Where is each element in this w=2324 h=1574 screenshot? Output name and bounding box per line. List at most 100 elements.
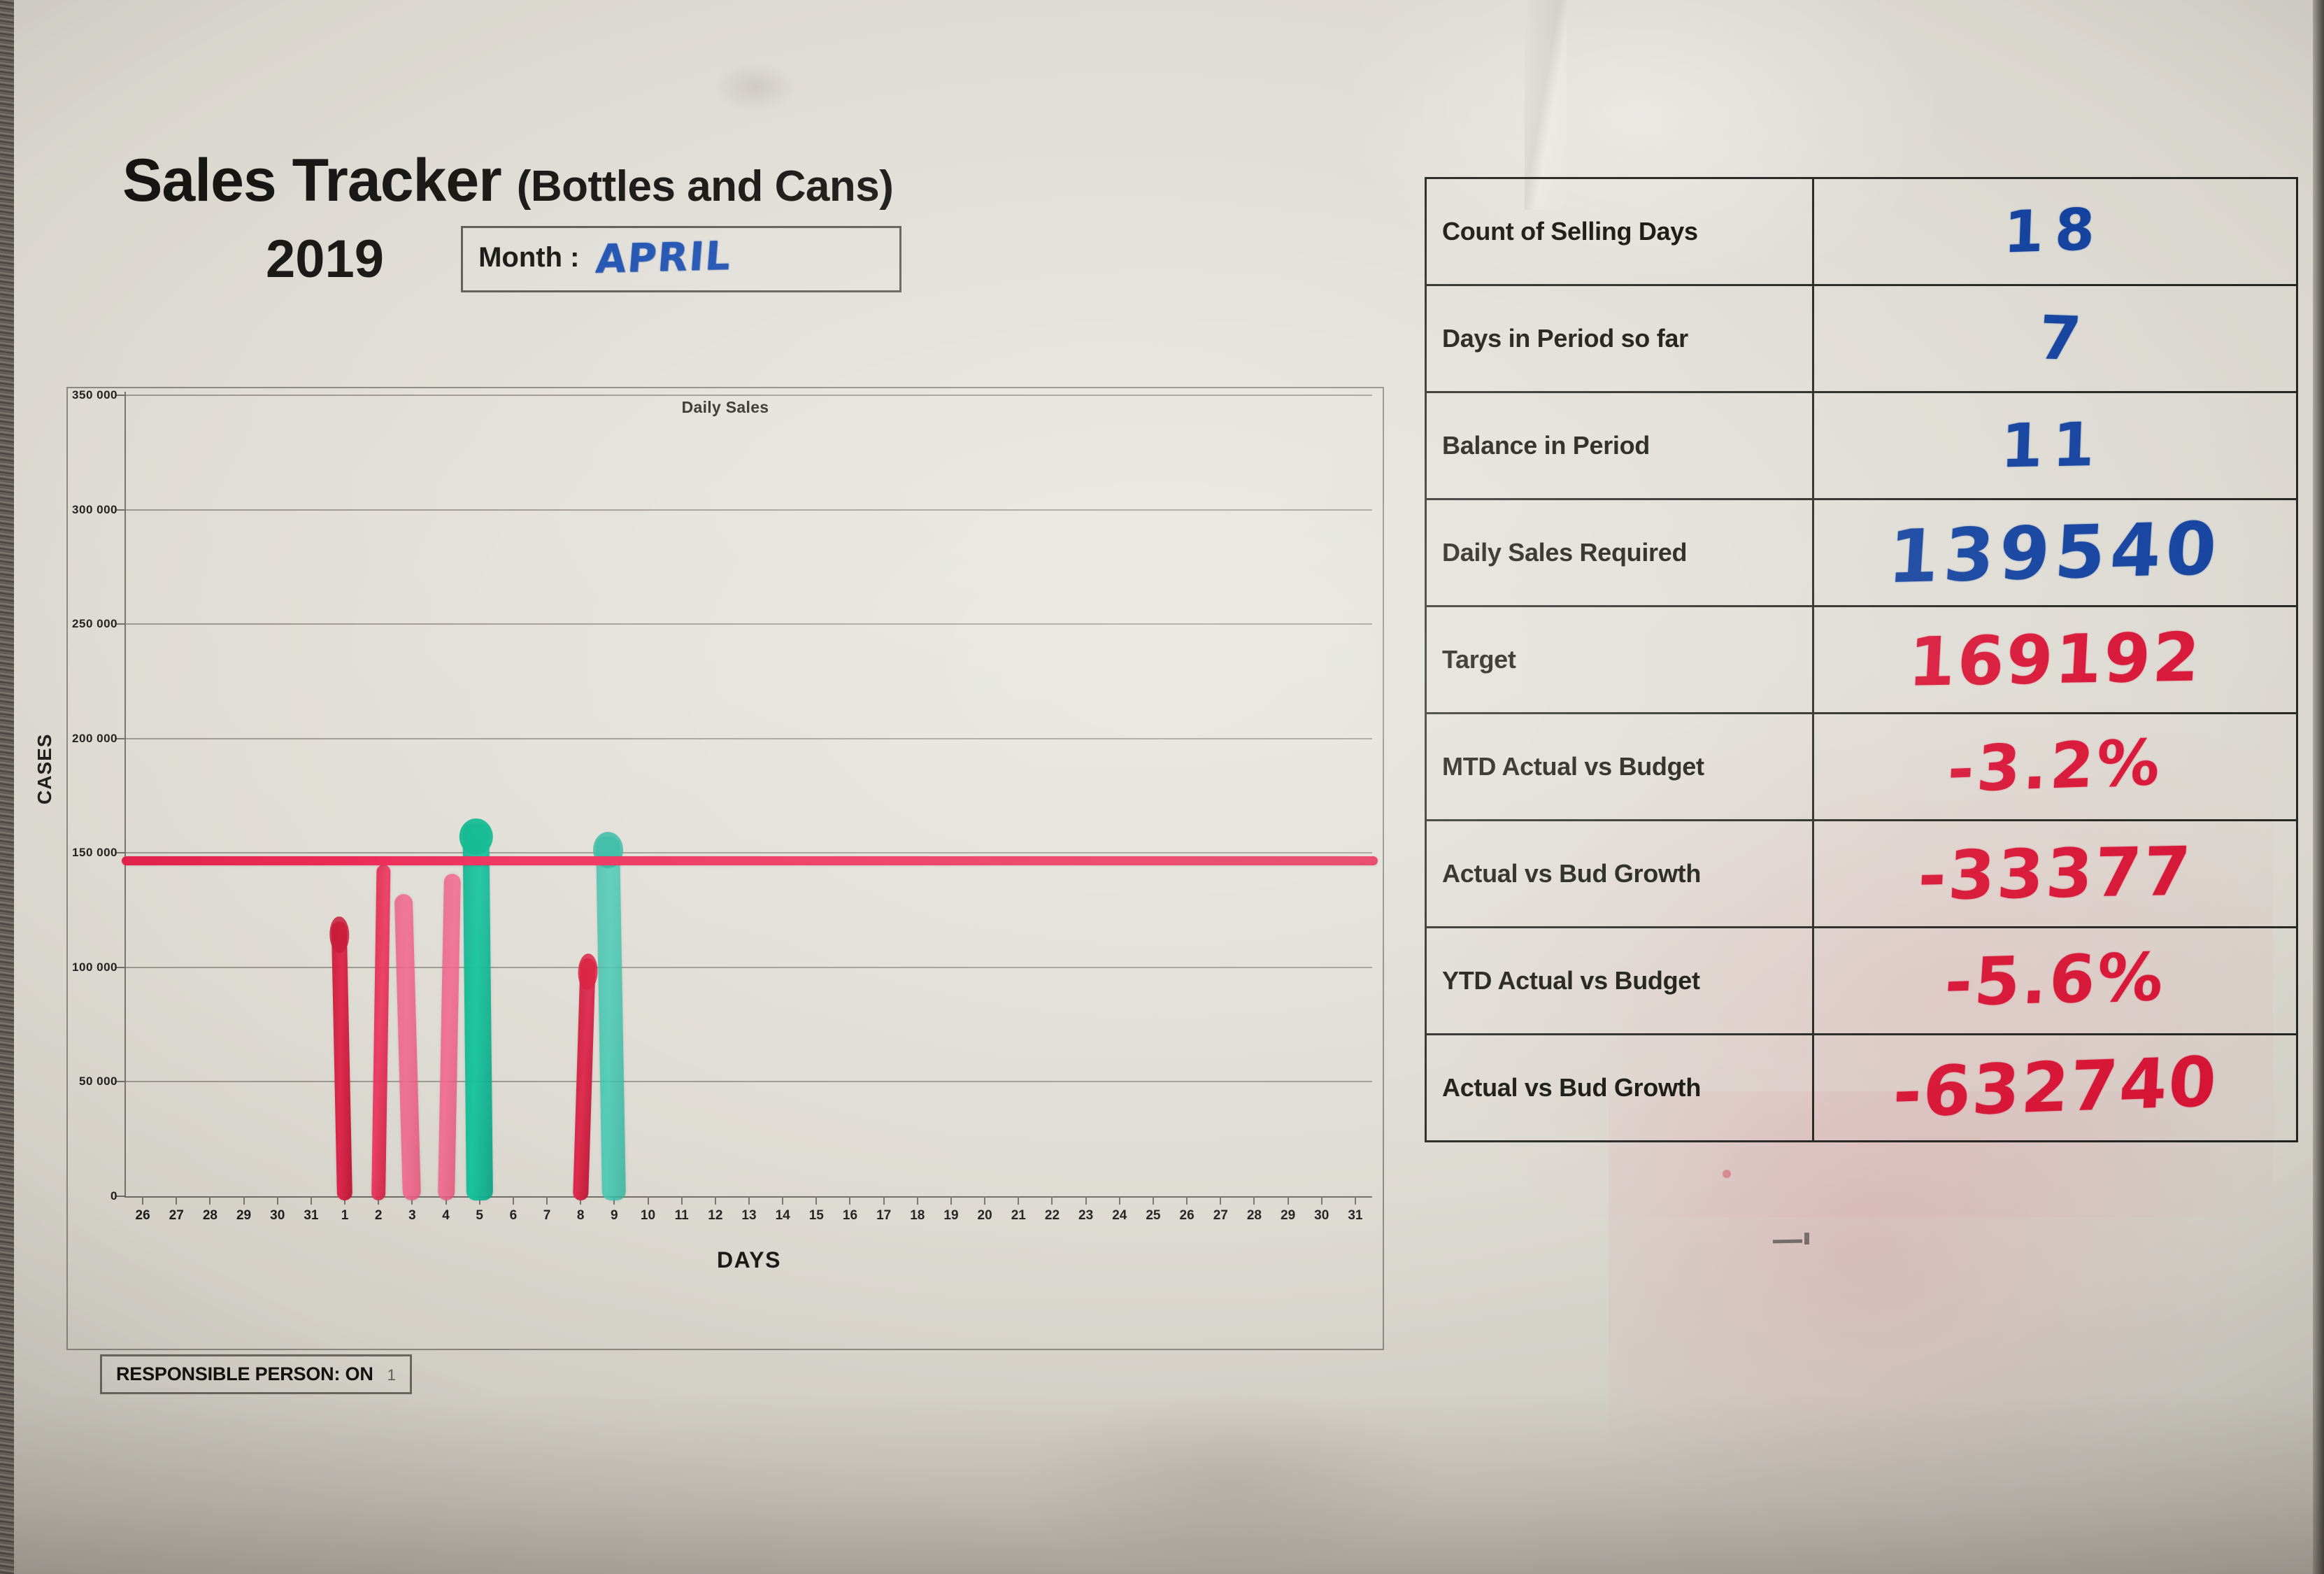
x-axis-tick-label: 2 — [374, 1208, 383, 1223]
x-axis-tick — [1118, 1196, 1120, 1205]
y-axis-tick-label: 200 000 — [72, 731, 117, 745]
x-axis-tick-label: 23 — [1078, 1208, 1094, 1223]
kpi-value-cell-2[interactable]: 11 — [1812, 391, 2298, 500]
kpi-label-5: MTD Actual vs Budget — [1425, 712, 1814, 821]
x-axis-tick-label: 16 — [842, 1208, 858, 1223]
x-axis-tick-label: 20 — [977, 1208, 992, 1223]
y-axis-tick — [116, 966, 126, 968]
kpi-label-3: Daily Sales Required — [1425, 498, 1814, 607]
x-axis-tick-label: 27 — [1213, 1208, 1228, 1223]
x-axis-tick-label: 14 — [775, 1208, 790, 1223]
x-axis-tick — [176, 1196, 178, 1205]
whiteboard-poster: Sales Tracker (Bottles and Cans) 20 19 Mon… — [0, 0, 2324, 1574]
kpi-value-cell-8[interactable]: -632740 — [1812, 1033, 2298, 1142]
kpi-value-cell-5[interactable]: -3.2% — [1812, 712, 2298, 821]
month-handwritten-value: APRIL — [594, 233, 734, 283]
month-field[interactable]: Month : APRIL — [461, 226, 902, 292]
x-axis-tick-label: 29 — [236, 1208, 252, 1223]
table-row: Balance in Period 11 — [1425, 391, 2298, 500]
table-row: Actual vs Bud Growth -632740 — [1425, 1033, 2298, 1142]
y-axis-tick-label: 150 000 — [72, 846, 117, 860]
kpi-table-body: Count of Selling Days 18 Days in Period so… — [1425, 177, 2298, 1142]
table-row: Actual vs Bud Growth -33377 — [1425, 819, 2298, 928]
kpi-handwritten-value-4: 169192 — [1906, 618, 2204, 702]
x-axis-tick-label: 27 — [169, 1208, 184, 1223]
x-axis-tick-label: 7 — [543, 1208, 551, 1223]
x-axis-tick — [1220, 1196, 1222, 1205]
title-main-text: Sales Tracker — [122, 147, 502, 214]
kpi-handwritten-value-2: 11 — [1999, 409, 2106, 482]
kpi-value-cell-1[interactable]: 7 — [1812, 284, 2298, 393]
x-axis-tick-label: 10 — [640, 1208, 656, 1223]
bar-cap — [459, 818, 493, 856]
x-axis-tick — [680, 1196, 683, 1205]
page-title: Sales Tracker (Bottles and Cans) — [122, 150, 1213, 211]
y-axis-tick — [116, 623, 126, 625]
bar-cap — [329, 916, 350, 953]
x-axis-tick-label: 19 — [943, 1208, 959, 1223]
table-row: Daily Sales Required 139540 — [1425, 498, 2298, 607]
x-axis-tick — [714, 1196, 716, 1205]
wall-edge-left — [0, 0, 14, 1574]
x-axis-tick-label: 21 — [1011, 1208, 1026, 1223]
x-axis-tick — [984, 1196, 986, 1205]
x-axis-tick-label: 3 — [408, 1208, 416, 1223]
stray-dot — [1723, 1170, 1731, 1178]
table-row: Target 169192 — [1425, 605, 2298, 714]
title-subtitle-text: (Bottles and Cans) — [516, 162, 894, 211]
responsible-person-field[interactable]: RESPONSIBLE PERSON: ON 1 — [100, 1354, 412, 1394]
x-axis-tick — [748, 1196, 750, 1205]
x-axis-tick-label: 11 — [674, 1208, 689, 1223]
kpi-handwritten-value-7: -5.6% — [1942, 939, 2168, 1022]
x-axis-tick-label: 29 — [1281, 1208, 1296, 1223]
x-axis-tick — [1253, 1196, 1255, 1205]
x-axis-tick — [1051, 1196, 1053, 1205]
stray-mark-2 — [1804, 1233, 1809, 1245]
y-axis-tick-label: 50 000 — [79, 1075, 117, 1089]
bar-day-5 — [459, 818, 493, 1201]
y-axis-tick — [116, 737, 126, 739]
x-axis-tick — [512, 1196, 514, 1205]
y-axis-title: CASES — [34, 733, 55, 804]
kpi-value-cell-7[interactable]: -5.6% — [1812, 926, 2298, 1035]
bar-day-9 — [592, 832, 627, 1201]
x-axis-tick-label: 18 — [910, 1208, 925, 1223]
kpi-value-cell-3[interactable]: 139540 — [1812, 498, 2298, 607]
gridline — [126, 395, 1372, 396]
kpi-label-1: Days in Period so far — [1425, 284, 1814, 393]
x-axis-tick-label: 17 — [876, 1208, 892, 1223]
y-axis-tick — [116, 852, 126, 854]
bar-day-3 — [394, 893, 422, 1201]
x-axis-tick-label: 22 — [1044, 1208, 1060, 1223]
x-axis-tick-label: 31 — [1348, 1208, 1363, 1223]
x-axis-tick — [209, 1196, 211, 1205]
gridline — [126, 737, 1372, 739]
kpi-label-8: Actual vs Bud Growth — [1425, 1033, 1814, 1142]
kpi-label-7: YTD Actual vs Budget — [1425, 926, 1814, 1035]
gridline — [126, 509, 1372, 511]
kpi-handwritten-value-0: 18 — [2002, 196, 2108, 267]
kpi-handwritten-value-1: 7 — [2035, 303, 2083, 375]
x-axis-tick-label: 24 — [1112, 1208, 1127, 1223]
y-axis-tick-label: 300 000 — [72, 502, 117, 516]
x-axis-tick-label: 8 — [576, 1208, 585, 1223]
table-row: Count of Selling Days 18 — [1425, 177, 2298, 286]
kpi-value-cell-0[interactable]: 18 — [1812, 177, 2298, 286]
x-axis-tick-label: 5 — [476, 1208, 483, 1223]
x-axis-title: DAYS — [717, 1247, 781, 1272]
gridline — [126, 1081, 1372, 1083]
table-row: Days in Period so far 7 — [1425, 284, 2298, 393]
gridline — [126, 852, 1372, 854]
kpi-value-cell-6[interactable]: -33377 — [1812, 819, 2298, 928]
kpi-label-2: Balance in Period — [1425, 391, 1814, 500]
x-axis-tick-label: 12 — [708, 1208, 723, 1223]
x-axis-tick-label: 9 — [611, 1208, 618, 1223]
bar-day-4 — [437, 873, 461, 1201]
y-axis-tick — [116, 395, 126, 396]
x-axis-tick — [276, 1196, 278, 1205]
kpi-value-cell-4[interactable]: 169192 — [1812, 605, 2298, 714]
y-axis-line — [124, 392, 126, 1198]
x-axis-tick-label: 13 — [741, 1208, 757, 1223]
x-axis-tick — [1018, 1196, 1020, 1205]
y-axis-tick-label: 350 000 — [72, 388, 117, 402]
